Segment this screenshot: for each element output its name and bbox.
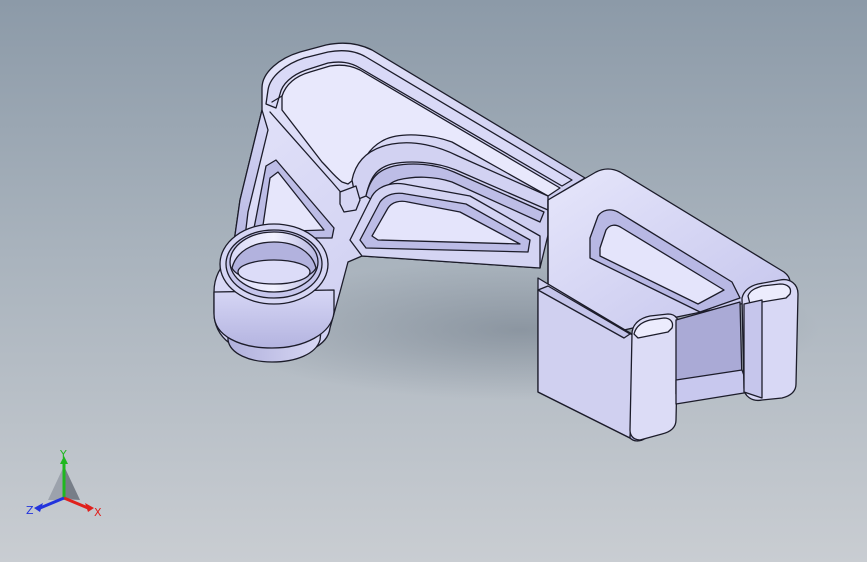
triad-pyramid-shade [64,466,80,500]
x-axis-label: X [94,506,102,519]
part-model[interactable] [0,0,867,562]
y-axis-label: Y [59,448,67,461]
view-triad[interactable]: Y X Z [22,446,106,526]
block-rear-pillar-face [743,299,763,399]
bushing-bore-bottom [237,259,311,285]
graphics-viewport[interactable]: Y X Z [0,0,867,562]
z-axis-label: Z [26,504,34,517]
